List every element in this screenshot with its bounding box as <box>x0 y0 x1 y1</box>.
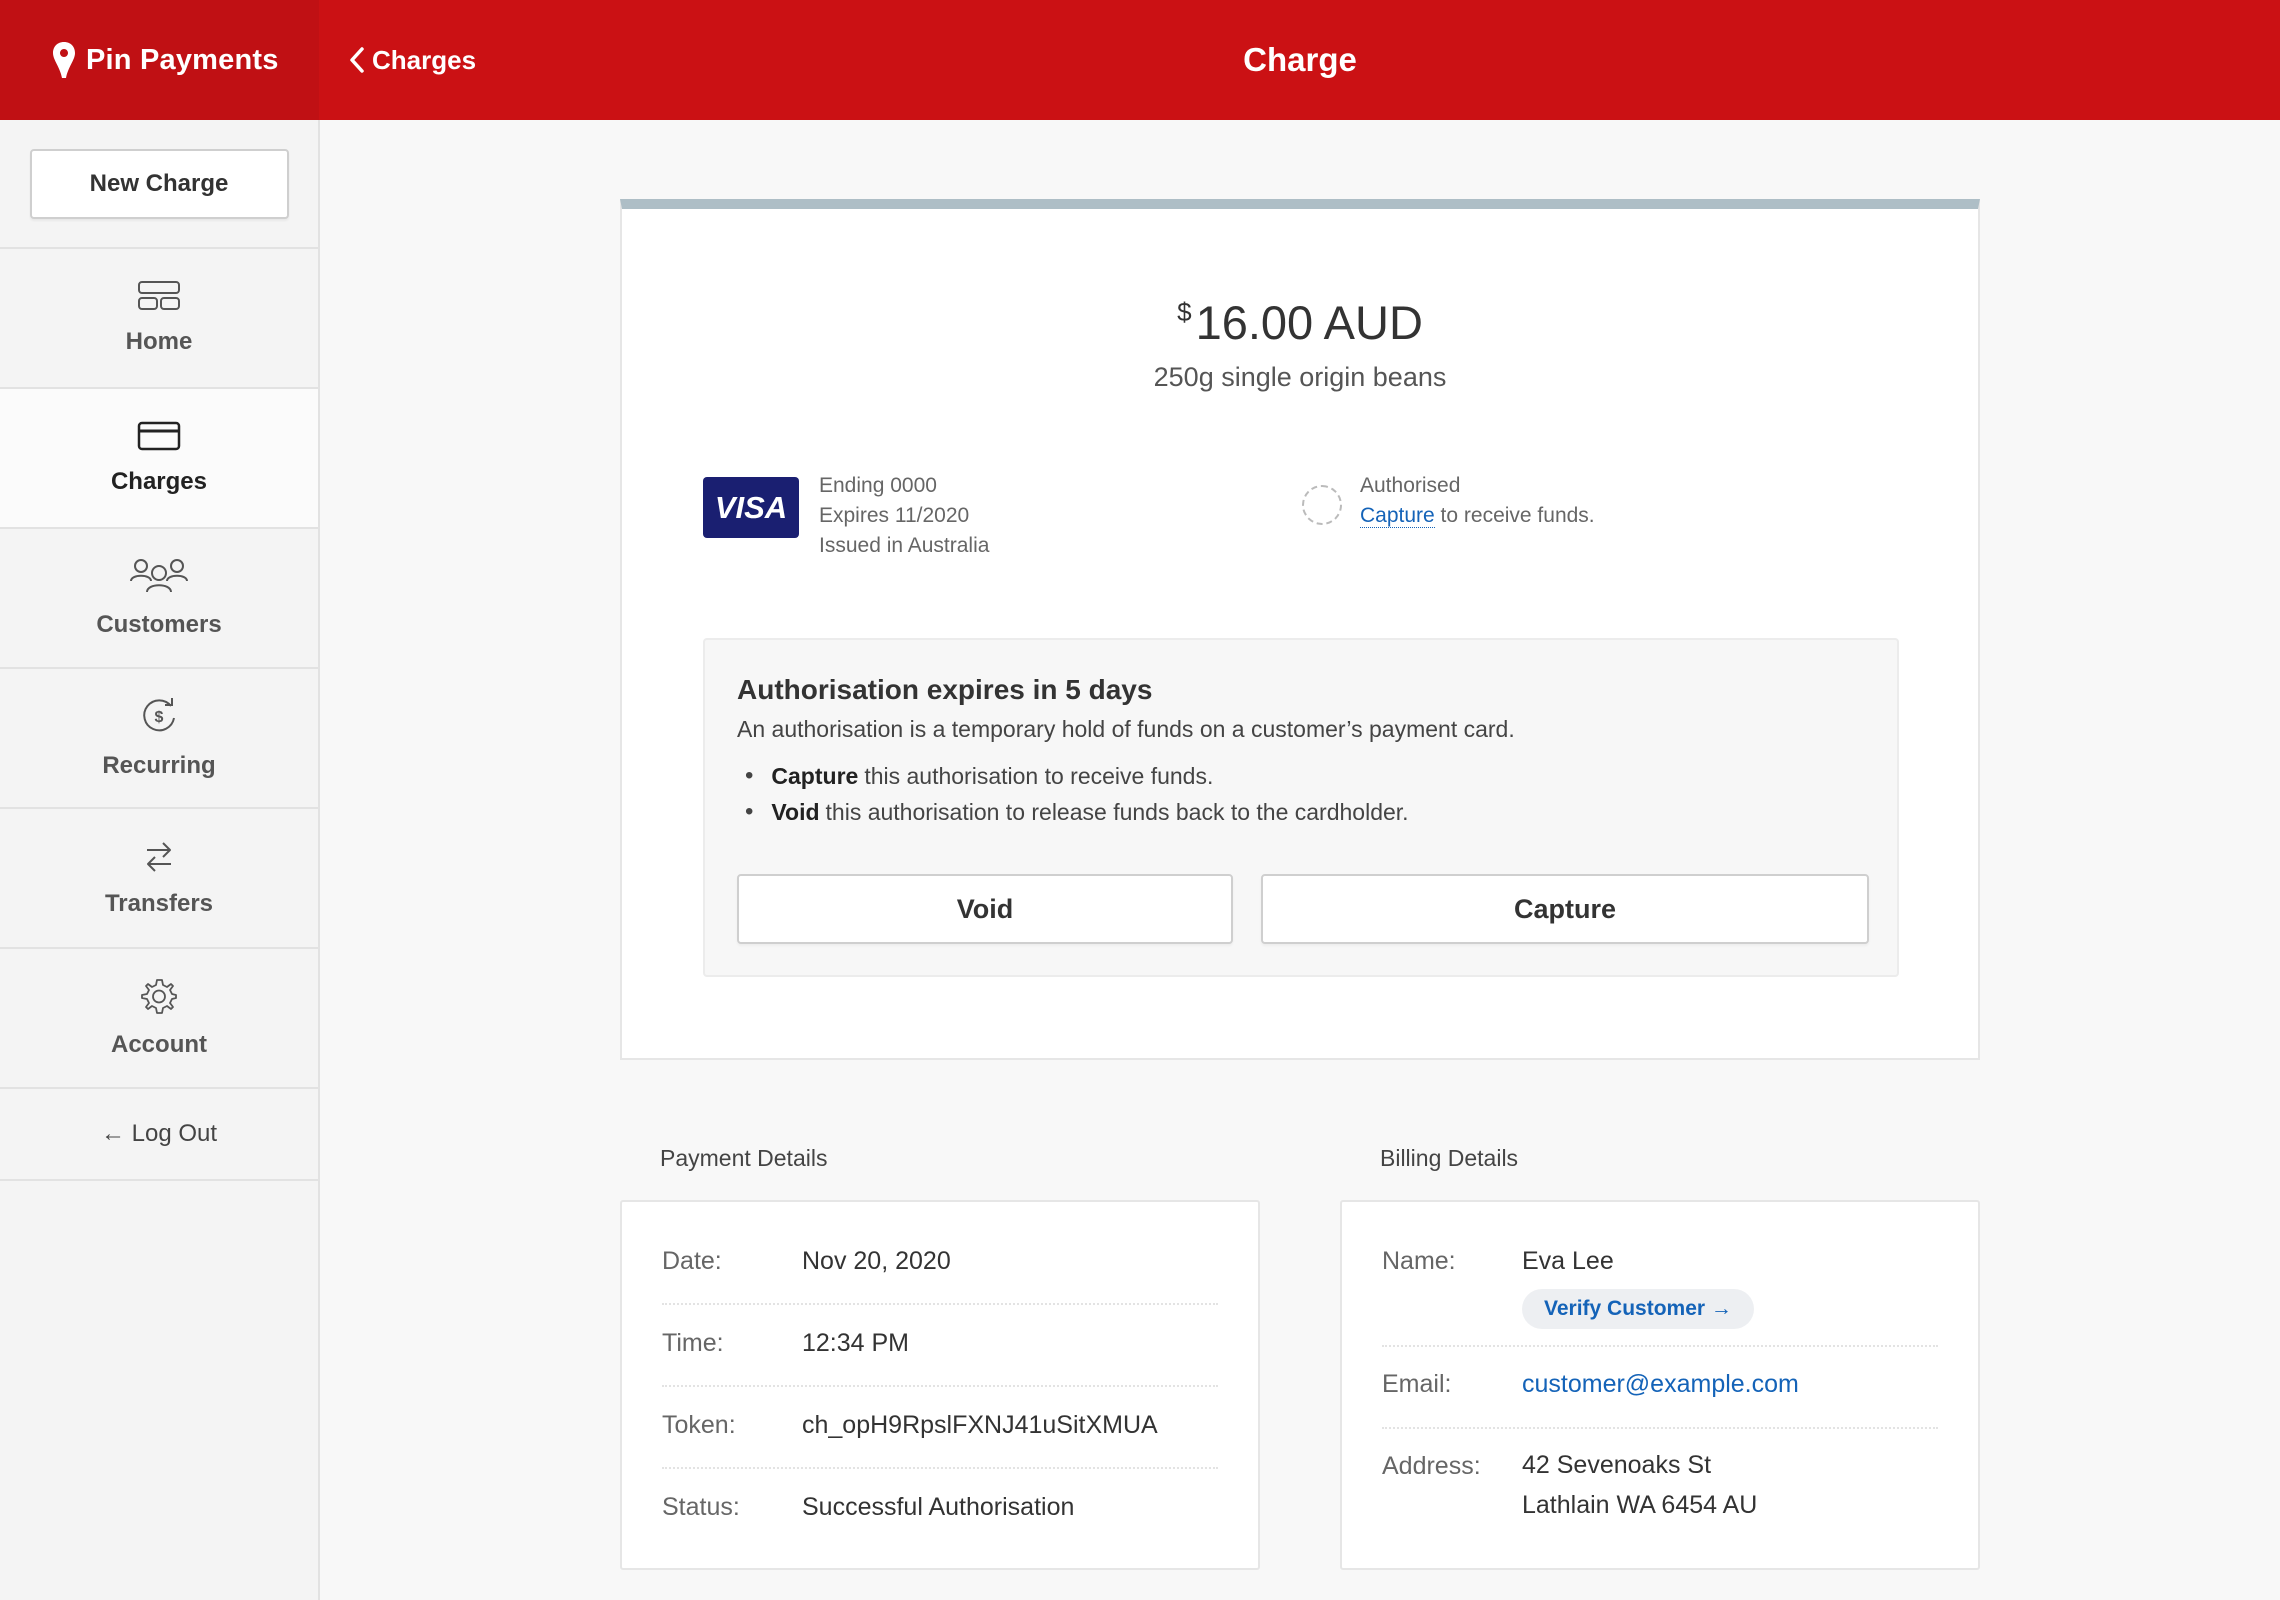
logout-link[interactable]: ← Log Out <box>0 1089 318 1181</box>
brand-logo[interactable]: Pin Payments <box>0 0 319 120</box>
charge-description: 250g single origin beans <box>1153 362 1447 392</box>
back-link-label: Charges <box>372 44 477 75</box>
address-line-2: Lathlain WA 6454 AU <box>1522 1491 1758 1519</box>
sidebar-item-transfers[interactable]: Transfers <box>0 809 318 949</box>
detail-value: Nov 20, 2020 <box>802 1247 951 1275</box>
charge-card: $16.00 AUD 250g single origin beans VISA… <box>620 199 1980 1060</box>
pin-logo-icon <box>53 42 75 78</box>
new-charge-button[interactable]: New Charge <box>29 148 289 219</box>
sidebar-item-label: Customers <box>96 611 222 638</box>
sidebar-item-recurring[interactable]: $ Recurring <box>0 669 318 809</box>
detail-value: ch_opH9RpslFXNJ41uSitXMUA <box>802 1411 1158 1439</box>
list-item: Voidthis authorisation to release funds … <box>745 794 1409 830</box>
email-link[interactable]: customer@example.com <box>1522 1370 1799 1399</box>
payment-details-title: Payment Details <box>660 1145 828 1171</box>
bullet-text: this authorisation to release funds back… <box>825 798 1409 825</box>
home-icon <box>138 281 180 310</box>
detail-label: Time: <box>662 1329 724 1357</box>
status-label: Authorised <box>1360 474 1461 497</box>
sidebar-item-account[interactable]: Account <box>0 949 318 1089</box>
divider <box>662 1467 1218 1469</box>
capture-link[interactable]: Capture <box>1360 504 1435 528</box>
sidebar-item-label: Account <box>111 1031 207 1058</box>
detail-value: Successful Authorisation <box>802 1493 1075 1521</box>
payment-details-card: Date: Nov 20, 2020 Time: 12:34 PM Token:… <box>620 1200 1260 1570</box>
status-pending-icon <box>1302 485 1342 525</box>
status-hint-text: to receive funds. <box>1434 504 1595 527</box>
authorisation-notice: Authorisation expires in 5 days An autho… <box>703 638 1899 977</box>
billing-details-title: Billing Details <box>1380 1145 1519 1171</box>
recurring-icon: $ <box>143 698 175 732</box>
detail-label: Status: <box>662 1493 740 1521</box>
verify-customer-button[interactable]: Verify Customer → <box>1522 1289 1754 1329</box>
address-line-1: 42 Sevenoaks St <box>1522 1451 1712 1479</box>
back-to-charges-link[interactable]: Charges <box>348 0 476 120</box>
bullet-bold: Void <box>771 798 820 825</box>
billing-label: Email: <box>1382 1370 1452 1398</box>
sidebar-item-home[interactable]: Home <box>0 249 318 389</box>
billing-details-card: Name: Eva Lee Verify Customer → Email: c… <box>1340 1200 1980 1570</box>
bullet-bold: Capture <box>771 762 859 789</box>
transfers-icon <box>147 842 171 872</box>
card-issued: Issued in Australia <box>819 534 990 557</box>
authorisation-subtitle: An authorisation is a temporary hold of … <box>737 716 1515 742</box>
divider <box>1382 1427 1938 1429</box>
address-value: 42 Sevenoaks St Lathlain WA 6454 AU <box>1522 1445 1757 1525</box>
bullet-text: this authorisation to receive funds. <box>864 762 1214 789</box>
amount-value: 16.00 AUD <box>1195 296 1423 349</box>
card-info: Ending 0000 Expires 11/2020 Issued in Au… <box>819 471 989 561</box>
top-bar: Pin Payments Charges Charge <box>0 0 2280 120</box>
card-ending: Ending 0000 <box>819 474 937 497</box>
svg-text:$: $ <box>155 709 164 726</box>
status-hint: Capture to receive funds. <box>1360 501 1595 531</box>
divider <box>662 1303 1218 1305</box>
sidebar-item-label: Recurring <box>102 752 216 779</box>
visa-card-icon: VISA <box>703 477 799 538</box>
sidebar-item-customers[interactable]: Customers <box>0 529 318 669</box>
sidebar-item-charges[interactable]: Charges <box>0 389 318 529</box>
new-charge-section: New Charge <box>0 120 318 249</box>
void-button[interactable]: Void <box>737 874 1233 944</box>
sidebar-item-label: Charges <box>110 468 208 495</box>
chevron-left-icon <box>350 47 364 73</box>
sidebar: New Charge Home Charges Customers $ Recu… <box>0 120 320 1600</box>
divider <box>662 1385 1218 1387</box>
list-item: Capturethis authorisation to receive fun… <box>745 758 1409 794</box>
divider <box>1382 1345 1938 1347</box>
charge-status: Authorised Capture to receive funds. <box>1360 471 1595 531</box>
customers-icon <box>130 559 188 593</box>
detail-value: 12:34 PM <box>802 1329 910 1357</box>
gear-icon <box>141 979 177 1014</box>
currency-symbol: $ <box>1177 297 1192 327</box>
detail-label: Date: <box>662 1247 722 1275</box>
page-title: Charge <box>1243 41 1357 78</box>
charge-amount: $16.00 AUD <box>622 295 1978 350</box>
sidebar-item-label: Home <box>125 328 193 355</box>
detail-label: Token: <box>662 1411 736 1439</box>
authorisation-bullets: Capturethis authorisation to receive fun… <box>745 758 1409 830</box>
card-expires: Expires 11/2020 <box>819 504 970 527</box>
billing-label: Name: <box>1382 1247 1456 1275</box>
authorisation-title: Authorisation expires in 5 days <box>737 674 1153 705</box>
brand-name: Pin Payments <box>86 43 279 76</box>
sidebar-item-label: Transfers <box>104 890 214 917</box>
billing-label: Address: <box>1382 1452 1481 1480</box>
capture-button[interactable]: Capture <box>1261 874 1869 944</box>
card-icon <box>137 421 181 451</box>
customer-name: Eva Lee <box>1522 1247 1614 1275</box>
